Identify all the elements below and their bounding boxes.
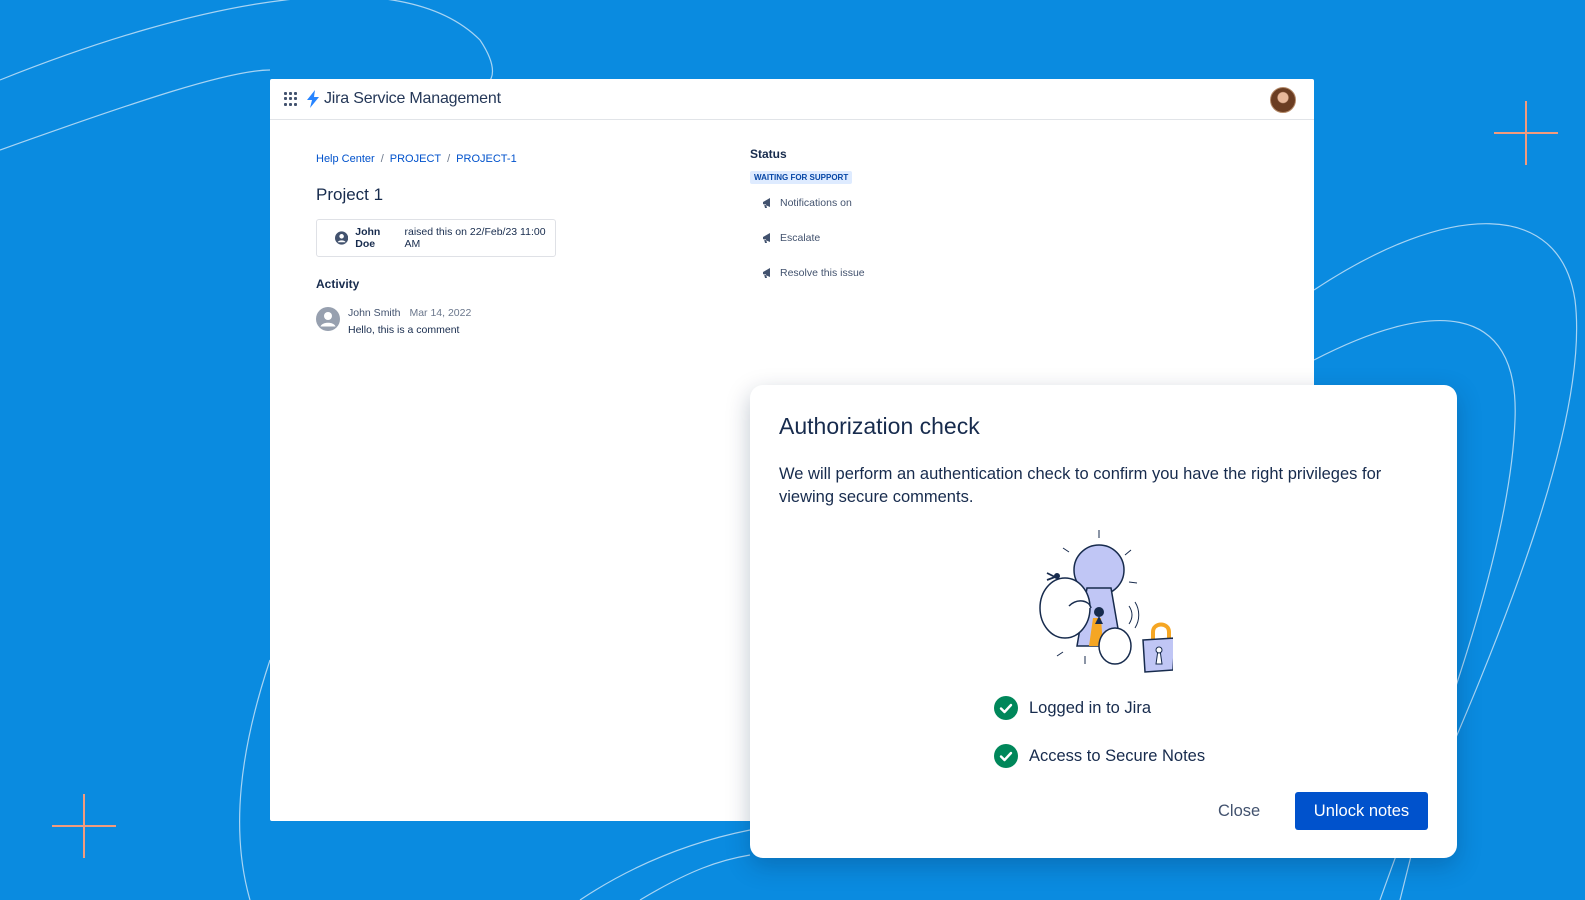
modal-title: Authorization check — [779, 413, 980, 439]
plus-decoration-icon — [1494, 101, 1558, 165]
status-panel: Status WAITING FOR SUPPORT Notifications… — [750, 147, 865, 290]
reporter-name: John Doe — [355, 226, 381, 250]
authorization-modal: Authorization check We will perform an a… — [750, 385, 1457, 858]
check-logged-in: Logged in to Jira — [994, 696, 1151, 720]
action-resolve[interactable]: Resolve this issue — [762, 255, 865, 290]
breadcrumb-project[interactable]: PROJECT — [390, 153, 441, 165]
app-switcher-icon[interactable] — [284, 92, 298, 106]
breadcrumb-help-center[interactable]: Help Center — [316, 153, 375, 165]
comment-author: John Smith — [348, 307, 401, 319]
modal-description: We will perform an authentication check … — [779, 465, 1382, 506]
breadcrumb-separator: / — [380, 153, 384, 165]
keyhole-illustration-icon — [1039, 530, 1173, 673]
top-navigation: Jira Service Management — [270, 79, 1314, 120]
check-secure-notes: Access to Secure Notes — [994, 744, 1205, 768]
action-label: Escalate — [780, 231, 821, 244]
close-button[interactable]: Close — [1206, 792, 1272, 830]
lightning-logo-icon[interactable] — [306, 90, 320, 108]
person-icon — [335, 231, 349, 245]
raised-text: raised this on 22/Feb/23 11:00 AM — [404, 226, 546, 250]
plus-decoration-icon — [52, 794, 116, 858]
breadcrumb-issue[interactable]: PROJECT-1 — [456, 153, 517, 165]
check-label: Logged in to Jira — [1029, 698, 1152, 717]
comment-text: Hello, this is a comment — [348, 324, 460, 336]
action-label: Resolve this issue — [780, 266, 865, 279]
check-circle-icon — [994, 744, 1018, 768]
status-badge: WAITING FOR SUPPORT — [750, 171, 853, 184]
action-label: Notifications on — [780, 196, 852, 209]
comment-item: John Smith Mar 14, 2022 Hello, this is a… — [316, 307, 1276, 336]
check-circle-icon — [994, 696, 1018, 720]
megaphone-icon — [763, 197, 770, 208]
status-heading: Status — [750, 147, 787, 161]
megaphone-icon — [763, 232, 770, 243]
comment-date: Mar 14, 2022 — [409, 307, 472, 319]
user-avatar[interactable] — [1270, 87, 1296, 113]
action-notifications[interactable]: Notifications on — [762, 185, 865, 220]
default-avatar-icon — [316, 307, 340, 331]
megaphone-icon — [763, 267, 770, 278]
breadcrumb-separator: / — [447, 153, 451, 165]
check-label: Access to Secure Notes — [1029, 746, 1206, 765]
action-escalate[interactable]: Escalate — [762, 220, 865, 255]
raised-by-box: John Doe raised this on 22/Feb/23 11:00 … — [316, 219, 556, 257]
unlock-notes-button[interactable]: Unlock notes — [1295, 792, 1428, 830]
product-name[interactable]: Jira Service Management — [324, 90, 501, 108]
